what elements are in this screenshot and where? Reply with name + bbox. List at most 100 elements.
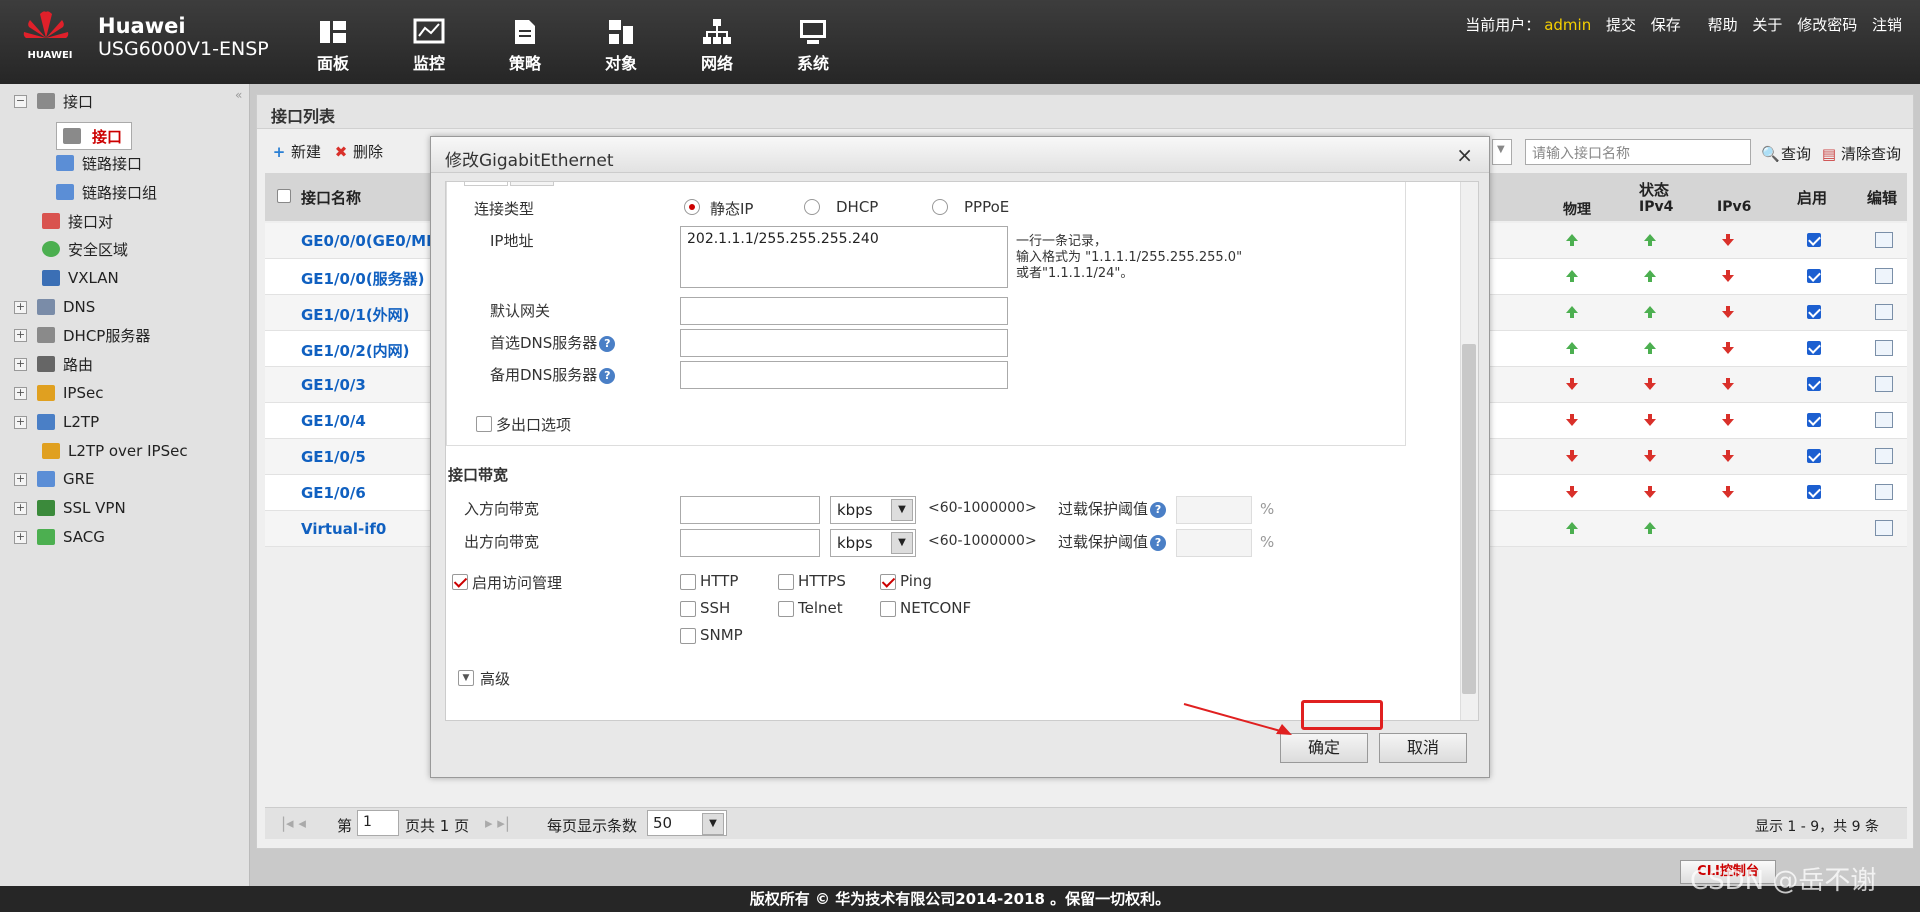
snmp-checkbox[interactable] <box>680 628 696 644</box>
page-input[interactable]: 1 <box>357 810 399 836</box>
scroll-thumb[interactable] <box>1462 344 1476 694</box>
sidebar-item-vxlan[interactable]: VXLAN <box>42 267 119 289</box>
help-icon[interactable]: ? <box>1150 501 1167 518</box>
telnet-checkbox[interactable] <box>778 601 794 617</box>
sidebar-item-dhcp-server[interactable]: + DHCP服务器 <box>14 324 150 346</box>
collapse-sidebar-icon[interactable]: « <box>235 88 242 102</box>
radio-static-ip[interactable] <box>684 199 700 215</box>
enable-checkbox[interactable] <box>1807 233 1821 247</box>
ssh-checkbox[interactable] <box>680 601 696 617</box>
edit-icon[interactable] <box>1875 376 1893 392</box>
next-last-icons[interactable]: ▸ ▸| <box>485 814 510 832</box>
tab-ipv4[interactable] <box>464 182 508 186</box>
filter-dropdown[interactable]: ▼ <box>1492 139 1512 165</box>
interface-name-link[interactable]: Virtual-if0 <box>301 520 386 538</box>
out-bw-unit-select[interactable]: kbps ▼ <box>830 529 916 557</box>
sidebar-item-ipsec[interactable]: + IPSec <box>14 382 103 404</box>
sidebar-item-ssl-vpn[interactable]: + SSL VPN <box>14 497 126 519</box>
close-icon[interactable]: × <box>1456 143 1473 167</box>
nav-system[interactable]: 系统 <box>783 18 843 74</box>
edit-icon[interactable] <box>1875 520 1893 536</box>
delete-button[interactable]: ✖ 删除 <box>333 141 383 162</box>
sidebar-item-security-zone[interactable]: 安全区域 <box>42 238 128 260</box>
new-button[interactable]: + 新建 <box>271 141 321 162</box>
edit-icon[interactable] <box>1875 232 1893 248</box>
expand-icon[interactable]: + <box>14 501 27 515</box>
in-overload-input[interactable] <box>1176 496 1252 524</box>
expand-icon[interactable]: + <box>14 300 27 314</box>
enable-checkbox[interactable] <box>1807 305 1821 319</box>
multi-exit-checkbox[interactable] <box>476 416 492 432</box>
ip-address-textarea[interactable]: 202.1.1.1/255.255.255.240 <box>680 226 1008 288</box>
expand-icon[interactable]: + <box>14 472 27 486</box>
query-button[interactable]: 🔍 查询 <box>1761 143 1811 164</box>
expand-icon[interactable]: + <box>14 386 27 400</box>
collapse-icon[interactable]: − <box>14 94 27 108</box>
access-mgmt-checkbox[interactable] <box>452 574 468 590</box>
expand-icon[interactable]: + <box>14 328 27 342</box>
enable-checkbox[interactable] <box>1807 341 1821 355</box>
expand-icon[interactable]: + <box>14 357 27 371</box>
edit-icon[interactable] <box>1875 484 1893 500</box>
enable-checkbox[interactable] <box>1807 269 1821 283</box>
enable-checkbox[interactable] <box>1807 485 1821 499</box>
sidebar-item-routing[interactable]: + 路由 <box>14 353 93 375</box>
help-link[interactable]: 帮助 <box>1708 16 1738 34</box>
nav-dashboard[interactable]: 面板 <box>303 18 363 74</box>
about-link[interactable]: 关于 <box>1752 16 1782 34</box>
interface-name-link[interactable]: GE1/0/2(内网) <box>301 340 410 361</box>
sidebar-item-l2tp[interactable]: + L2TP <box>14 411 99 433</box>
dns2-input[interactable] <box>680 361 1008 389</box>
enable-checkbox[interactable] <box>1807 377 1821 391</box>
enable-checkbox[interactable] <box>1807 413 1821 427</box>
interface-name-link[interactable]: GE1/0/1(外网) <box>301 304 410 325</box>
search-input[interactable]: 请输入接口名称 <box>1525 139 1751 165</box>
edit-icon[interactable] <box>1875 304 1893 320</box>
interface-name-link[interactable]: GE1/0/6 <box>301 484 366 502</box>
nav-monitor[interactable]: 监控 <box>399 18 459 74</box>
submit-link[interactable]: 提交 <box>1606 16 1636 34</box>
in-bw-input[interactable] <box>680 496 820 524</box>
edit-icon[interactable] <box>1875 268 1893 284</box>
clear-query-button[interactable]: ▤ 清除查询 <box>1821 143 1901 164</box>
cancel-button[interactable]: 取消 <box>1379 733 1467 763</box>
gateway-input[interactable] <box>680 297 1008 325</box>
tab-ipv6[interactable] <box>510 182 554 186</box>
sidebar-item-link-interface[interactable]: 链路接口 <box>56 152 142 174</box>
interface-name-link[interactable]: GE1/0/5 <box>301 448 366 466</box>
help-icon[interactable]: ? <box>1150 534 1167 551</box>
in-bw-unit-select[interactable]: kbps ▼ <box>830 496 916 524</box>
advanced-label[interactable]: 高级 <box>480 668 510 689</box>
interface-name-link[interactable]: GE1/0/3 <box>301 376 366 394</box>
netconf-checkbox[interactable] <box>880 601 896 617</box>
sidebar-item-interface-pair[interactable]: 接口对 <box>42 210 113 232</box>
ping-checkbox[interactable] <box>880 574 896 590</box>
sidebar-item-interface-group[interactable]: − 接口 <box>14 90 93 112</box>
sidebar-item-sacg[interactable]: + SACG <box>14 526 105 548</box>
edit-icon[interactable] <box>1875 412 1893 428</box>
out-bw-input[interactable] <box>680 529 820 557</box>
sidebar-item-l2tp-over-ipsec[interactable]: L2TP over IPSec <box>42 440 188 462</box>
advanced-toggle-icon[interactable]: ▼ <box>458 670 474 686</box>
interface-name-link[interactable]: GE1/0/0(服务器) <box>301 268 425 289</box>
per-page-select[interactable]: 50 ▼ <box>647 810 727 836</box>
nav-policy[interactable]: 策略 <box>495 18 555 74</box>
nav-network[interactable]: 网络 <box>687 18 747 74</box>
save-link[interactable]: 保存 <box>1651 16 1681 34</box>
out-overload-input[interactable] <box>1176 529 1252 557</box>
enable-checkbox[interactable] <box>1807 449 1821 463</box>
help-icon[interactable]: ? <box>599 335 616 352</box>
logout-link[interactable]: 注销 <box>1872 16 1902 34</box>
interface-name-link[interactable]: GE1/0/4 <box>301 412 366 430</box>
select-all-checkbox[interactable] <box>277 189 291 203</box>
change-password-link[interactable]: 修改密码 <box>1797 16 1857 34</box>
radio-pppoe[interactable] <box>932 199 948 215</box>
first-prev-icons[interactable]: |◂ ◂ <box>281 814 306 832</box>
sidebar-item-link-interface-group[interactable]: 链路接口组 <box>56 181 157 203</box>
sidebar-item-interface[interactable]: 接口 <box>56 122 133 150</box>
expand-icon[interactable]: + <box>14 415 27 429</box>
sidebar-item-dns[interactable]: + DNS <box>14 296 95 318</box>
nav-object[interactable]: 对象 <box>591 18 651 74</box>
radio-dhcp[interactable] <box>804 199 820 215</box>
edit-icon[interactable] <box>1875 340 1893 356</box>
